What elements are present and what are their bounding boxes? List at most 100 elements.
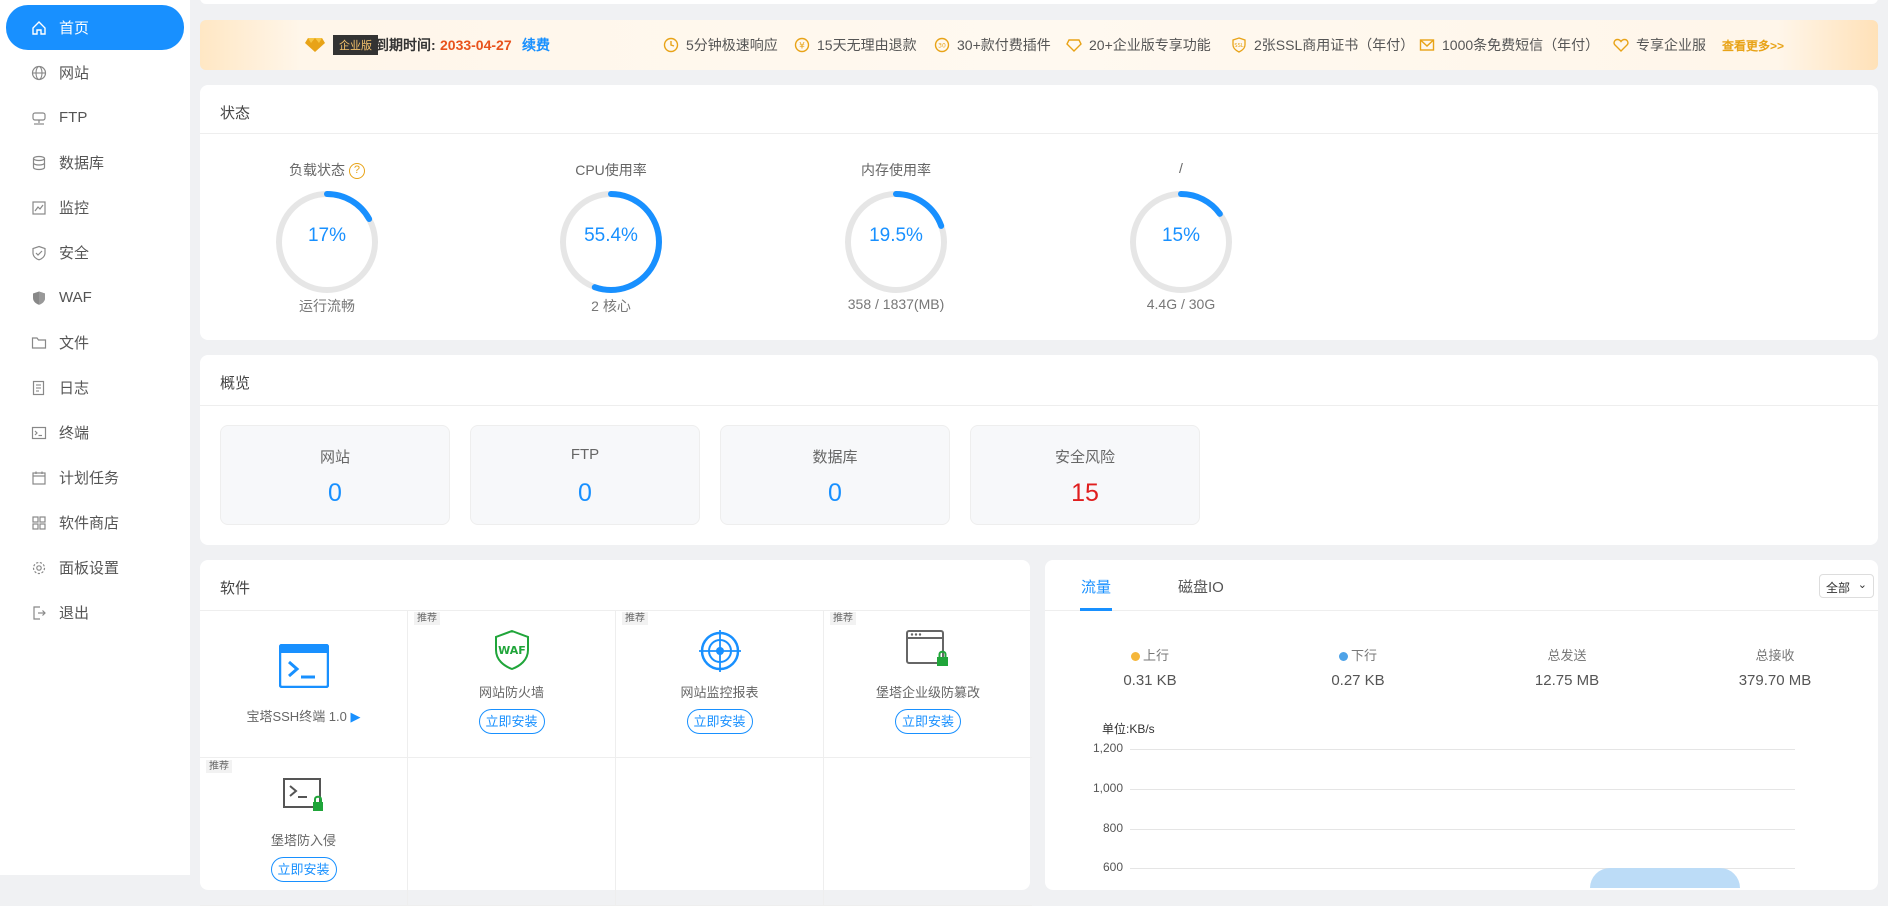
sidebar-item-10[interactable]: 计划任务 xyxy=(6,455,184,500)
banner-feature: SSL 2张SSL商用证书（年付） xyxy=(1230,20,1414,70)
log-icon xyxy=(31,380,47,396)
install-button[interactable]: 立即安装 xyxy=(478,709,545,734)
tab-traffic[interactable]: 流量 xyxy=(1081,576,1111,597)
software-cell xyxy=(408,758,616,906)
overview-label: FTP xyxy=(570,446,600,463)
traffic-stat-value: 12.75 MB xyxy=(1534,672,1600,689)
logout-icon xyxy=(31,605,47,621)
overview-item[interactable]: 安全风险 15 xyxy=(970,425,1200,525)
waf-shield-icon: WAF xyxy=(408,629,615,675)
sidebar-item-13[interactable]: 退出 xyxy=(6,590,184,635)
banner-feature-label: 5分钟极速响应 xyxy=(686,37,778,53)
software-name: 网站防火墙 xyxy=(478,685,544,700)
tamper-proof-icon xyxy=(824,630,1032,673)
range-select[interactable]: 全部 ⌄ xyxy=(1819,574,1874,598)
folder-icon xyxy=(31,335,47,351)
overview-label: 网站 xyxy=(319,449,350,466)
overview-item[interactable]: 数据库 0 xyxy=(720,425,950,525)
gauge[interactable]: CPU使用率 55.4% 2 核心 xyxy=(531,155,691,325)
terminal-app-icon[interactable] xyxy=(278,643,330,693)
sidebar-item-11[interactable]: 软件商店 xyxy=(6,500,184,545)
sidebar-item-label: WAF xyxy=(59,289,92,306)
traffic-stat-label: 下行 xyxy=(1278,645,1438,664)
software-name: 堡塔企业级防篡改 xyxy=(875,685,980,700)
gauge[interactable]: 内存使用率 19.5% 358 / 1837(MB) xyxy=(816,155,976,325)
plugin-icon: 30 xyxy=(933,36,951,54)
sidebar-item-2[interactable]: FTP xyxy=(6,95,184,140)
banner-feature-label: 15天无理由退款 xyxy=(817,37,917,53)
overview-value: 15 xyxy=(1071,479,1099,507)
software-cell: 推荐 堡塔企业级防篡改 立即安装 xyxy=(824,610,1032,758)
globe-icon xyxy=(31,65,47,81)
sidebar-item-4[interactable]: 监控 xyxy=(6,185,184,230)
diamond-outline-icon xyxy=(1065,36,1083,54)
software-title: 软件 xyxy=(220,580,251,597)
status-card: 状态 xyxy=(200,85,1878,340)
tab-underline xyxy=(1080,608,1112,611)
tab-disk-io[interactable]: 磁盘IO xyxy=(1178,576,1224,597)
grid-icon xyxy=(31,515,47,531)
traffic-stat-label: 总接收 xyxy=(1755,648,1795,663)
gauge-value: 15% xyxy=(1161,225,1201,246)
banner-feature-label: 20+企业版专享功能 xyxy=(1089,37,1211,53)
install-button[interactable]: 立即安装 xyxy=(895,709,961,734)
overview-title: 概览 xyxy=(220,375,251,392)
grid-line xyxy=(1130,829,1795,830)
gauge-label: 负载状态 ? xyxy=(247,160,407,180)
install-button[interactable]: 立即安装 xyxy=(686,709,753,734)
monitor-icon xyxy=(31,200,47,216)
recommend-tag: 推荐 xyxy=(414,612,440,625)
ftp-icon xyxy=(31,110,47,126)
sidebar-item-label: 计划任务 xyxy=(59,470,120,487)
clock-icon xyxy=(662,36,680,54)
sidebar-item-label: 数据库 xyxy=(59,155,105,172)
traffic-card: 流量 磁盘IO 全部 ⌄ xyxy=(1045,560,1878,890)
sidebar-item-6[interactable]: WAF xyxy=(6,275,184,320)
overview-item[interactable]: FTP 0 xyxy=(470,425,700,525)
sidebar-item-label: FTP xyxy=(59,109,88,126)
help-icon[interactable]: ? xyxy=(348,163,365,180)
traffic-stat-value: 0.31 KB xyxy=(1123,672,1177,689)
sidebar-item-12[interactable]: 面板设置 xyxy=(6,545,184,590)
overview-item[interactable]: 网站 0 xyxy=(220,425,450,525)
sidebar-item-0[interactable]: 首页 xyxy=(6,5,184,50)
gauge[interactable]: 负载状态 ? 17% 运行流畅 xyxy=(247,155,407,325)
chevron-down-icon: ⌄ xyxy=(1857,579,1867,591)
sidebar-item-label: 安全 xyxy=(59,245,90,262)
sidebar-item-3[interactable]: 数据库 xyxy=(6,140,184,185)
ssl-icon: SSL xyxy=(1230,36,1248,54)
banner-feature: 5分钟极速响应 xyxy=(662,20,778,70)
renew-link[interactable]: 续费 xyxy=(522,20,550,70)
install-button[interactable]: 立即安装 xyxy=(270,857,337,882)
traffic-stat-label: 总发送 xyxy=(1547,648,1587,663)
sidebar-item-7[interactable]: 文件 xyxy=(6,320,184,365)
gauge-label: 内存使用率 xyxy=(861,162,931,178)
database-icon xyxy=(31,155,47,171)
gauge-label: / xyxy=(1179,160,1183,176)
top-card-edge xyxy=(200,0,1878,4)
sidebar-item-8[interactable]: 日志 xyxy=(6,365,184,410)
recommend-tag: 推荐 xyxy=(206,760,232,773)
more-link[interactable]: 查看更多>> xyxy=(1722,20,1784,70)
banner-feature: 30 30+款付费插件 xyxy=(933,20,1051,70)
traffic-stat: 总接收 379.70 MB xyxy=(1695,645,1855,689)
software-name[interactable]: 宝塔SSH终端 1.0 ▶ xyxy=(200,706,407,725)
divider xyxy=(1045,610,1878,611)
banner-feature-label: 2张SSL商用证书（年付） xyxy=(1254,37,1415,53)
sidebar: 首页 网站 FTP 数据库监控安全 WAF 文件日志 终端计划任务软件商店 面板设置退出 xyxy=(0,0,190,875)
sidebar-item-9[interactable]: 终端 xyxy=(6,410,184,455)
intrusion-icon xyxy=(200,778,407,817)
svg-text:WAF: WAF xyxy=(498,644,526,657)
banner-feature-label: 1000条免费短信（年付） xyxy=(1442,37,1600,53)
sidebar-item-1[interactable]: 网站 xyxy=(6,50,184,95)
sidebar-item-label: 退出 xyxy=(59,605,90,622)
banner-feature: 1000条免费短信（年付） xyxy=(1418,20,1599,70)
status-title: 状态 xyxy=(220,105,251,122)
edition-badge: 企业版 xyxy=(303,20,378,70)
sidebar-item-label: 文件 xyxy=(59,335,90,352)
gauge-value: 19.5% xyxy=(869,225,923,246)
sidebar-item-label: 监控 xyxy=(59,200,90,217)
software-cell xyxy=(824,758,1032,906)
sidebar-item-5[interactable]: 安全 xyxy=(6,230,184,275)
gauge[interactable]: / 15% 4.4G / 30G xyxy=(1101,155,1261,325)
